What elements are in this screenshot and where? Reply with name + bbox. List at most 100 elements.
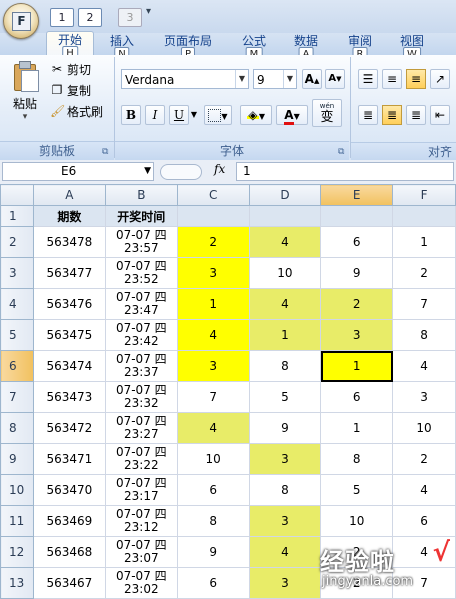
- period-cell[interactable]: 563476: [32, 288, 106, 320]
- tab-home[interactable]: 开始 H: [46, 31, 94, 61]
- period-cell[interactable]: 563478: [32, 226, 106, 258]
- datetime-cell[interactable]: 07-07 四 23:02: [104, 567, 178, 599]
- name-box[interactable]: E6 ▼: [2, 162, 154, 181]
- customize-qat-icon[interactable]: ▾: [146, 6, 151, 17]
- align-bottom-button[interactable]: ≡: [406, 69, 426, 89]
- save-keytip[interactable]: 1: [50, 8, 74, 27]
- row-header[interactable]: 1: [0, 205, 34, 227]
- number-cell-e[interactable]: 1: [320, 412, 394, 444]
- chevron-down-icon[interactable]: ▼: [144, 163, 151, 180]
- number-cell-d[interactable]: 8: [248, 350, 322, 382]
- cut-button[interactable]: ✂ 剪切: [50, 59, 91, 79]
- number-cell-f[interactable]: 4: [392, 536, 456, 568]
- office-button[interactable]: F: [3, 3, 39, 39]
- tab-insert[interactable]: 插入 N: [104, 33, 140, 62]
- row-header[interactable]: 5: [0, 319, 34, 351]
- number-cell-c[interactable]: 3: [176, 350, 250, 382]
- number-cell-f[interactable]: 7: [392, 567, 456, 599]
- period-cell[interactable]: 563469: [32, 505, 106, 537]
- orientation-button[interactable]: ↗: [430, 69, 450, 89]
- number-cell-d[interactable]: 3: [248, 443, 322, 475]
- row-header[interactable]: 13: [0, 567, 34, 599]
- number-cell-c[interactable]: 7: [176, 381, 250, 413]
- column-header-d[interactable]: D: [248, 184, 322, 206]
- number-cell-c[interactable]: 8: [176, 505, 250, 537]
- column-header-b[interactable]: B: [104, 184, 178, 206]
- datetime-cell[interactable]: 07-07 四 23:57: [104, 226, 178, 258]
- font-name-combo[interactable]: Verdana ▼: [121, 69, 249, 89]
- row-header[interactable]: 10: [0, 474, 34, 506]
- number-cell-f[interactable]: 6: [392, 505, 456, 537]
- number-cell-d[interactable]: 3: [248, 505, 322, 537]
- number-cell-d[interactable]: 4: [248, 536, 322, 568]
- shrink-font-button[interactable]: A▼: [325, 69, 345, 89]
- number-cell-d[interactable]: 4: [248, 288, 322, 320]
- row-header[interactable]: 7: [0, 381, 34, 413]
- number-cell-d[interactable]: 8: [248, 474, 322, 506]
- font-size-combo[interactable]: 9 ▼: [253, 69, 297, 89]
- number-cell-d[interactable]: 1: [248, 319, 322, 351]
- align-left-button[interactable]: ≣: [358, 105, 378, 125]
- datetime-cell[interactable]: 07-07 四 23:32: [104, 381, 178, 413]
- number-cell-d[interactable]: 5: [248, 381, 322, 413]
- align-center-button[interactable]: ≣: [382, 105, 402, 125]
- formula-input[interactable]: 1: [236, 162, 454, 181]
- row-header[interactable]: 8: [0, 412, 34, 444]
- number-cell-d[interactable]: 4: [248, 226, 322, 258]
- tab-data[interactable]: 数据 A: [288, 33, 324, 62]
- align-right-button[interactable]: ≣: [406, 105, 426, 125]
- number-cell-c[interactable]: 6: [176, 474, 250, 506]
- number-cell-d[interactable]: 9: [248, 412, 322, 444]
- datetime-cell[interactable]: 07-07 四 23:52: [104, 257, 178, 289]
- datetime-cell[interactable]: 07-07 四 23:12: [104, 505, 178, 537]
- number-cell-e[interactable]: 5: [320, 474, 394, 506]
- period-cell[interactable]: 563473: [32, 381, 106, 413]
- number-cell-c[interactable]: 4: [176, 412, 250, 444]
- row-header[interactable]: 12: [0, 536, 34, 568]
- decrease-indent-button[interactable]: ⇤: [430, 105, 450, 125]
- copy-button[interactable]: ❐ 复制: [50, 80, 91, 100]
- number-cell-c[interactable]: 6: [176, 567, 250, 599]
- align-top-button[interactable]: ☰: [358, 69, 378, 89]
- cell[interactable]: [176, 205, 250, 227]
- period-cell[interactable]: 563467: [32, 567, 106, 599]
- number-cell-c[interactable]: 4: [176, 319, 250, 351]
- underline-button[interactable]: U: [169, 105, 189, 125]
- format-painter-button[interactable]: 🖌 格式刷: [50, 101, 103, 121]
- number-cell-e[interactable]: 2: [320, 288, 394, 320]
- row-header[interactable]: 9: [0, 443, 34, 475]
- number-cell-e[interactable]: 3: [320, 319, 394, 351]
- italic-button[interactable]: I: [145, 105, 165, 125]
- datetime-cell[interactable]: 07-07 四 23:27: [104, 412, 178, 444]
- cell[interactable]: [392, 205, 456, 227]
- fill-color-button[interactable]: ◈▼: [240, 105, 272, 125]
- period-header-cell[interactable]: 期数: [32, 205, 106, 227]
- phonetic-guide-button[interactable]: wén 变: [312, 99, 342, 127]
- borders-button[interactable]: ▼: [204, 105, 232, 125]
- number-cell-e[interactable]: 6: [320, 226, 394, 258]
- column-header-f[interactable]: F: [392, 184, 456, 206]
- bold-button[interactable]: B: [121, 105, 141, 125]
- number-cell-c[interactable]: 2: [176, 226, 250, 258]
- row-header[interactable]: 11: [0, 505, 34, 537]
- grow-font-button[interactable]: A▲: [302, 69, 322, 89]
- number-cell-c[interactable]: 1: [176, 288, 250, 320]
- period-cell[interactable]: 563471: [32, 443, 106, 475]
- number-cell-e[interactable]: 2: [320, 536, 394, 568]
- number-cell-f[interactable]: 7: [392, 288, 456, 320]
- number-cell-c[interactable]: 3: [176, 257, 250, 289]
- insert-function-icon[interactable]: fx: [214, 162, 225, 176]
- period-cell[interactable]: 563470: [32, 474, 106, 506]
- time-header-cell[interactable]: 开奖时间: [104, 205, 178, 227]
- clipboard-launcher-icon[interactable]: ⧉: [102, 147, 108, 157]
- paste-button[interactable]: 粘贴 ▾: [6, 59, 44, 127]
- number-cell-f[interactable]: 4: [392, 474, 456, 506]
- period-cell[interactable]: 563472: [32, 412, 106, 444]
- number-cell-f[interactable]: 8: [392, 319, 456, 351]
- tab-formulas[interactable]: 公式 M: [236, 33, 272, 62]
- row-header[interactable]: 3: [0, 257, 34, 289]
- number-cell-e[interactable]: 8: [320, 443, 394, 475]
- period-cell[interactable]: 563477: [32, 257, 106, 289]
- redo-keytip[interactable]: 3: [118, 8, 142, 27]
- datetime-cell[interactable]: 07-07 四 23:37: [104, 350, 178, 382]
